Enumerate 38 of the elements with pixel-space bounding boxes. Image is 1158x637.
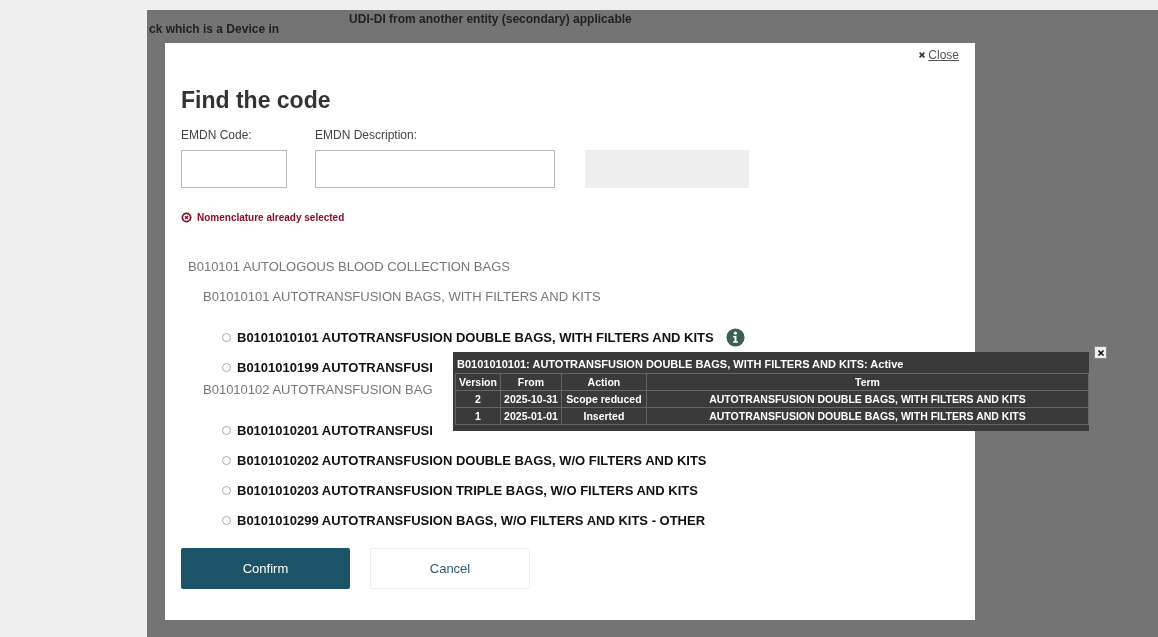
option-label[interactable]: B0101010299 AUTOTRANSFUSION BAGS, W/O FILTERS AND KITS - OTHER bbox=[237, 512, 706, 528]
cancel-button[interactable]: Cancel bbox=[370, 548, 530, 589]
dialog-title: Find the code bbox=[181, 87, 332, 114]
close-button[interactable] bbox=[1094, 346, 1107, 359]
background-text: ck which is a Device in bbox=[149, 21, 280, 38]
table-cell: 2025-01-01 bbox=[500, 407, 562, 425]
table-cell: AUTOTRANSFUSION DOUBLE BAGS, WITH FILTERS AND KITS bbox=[646, 407, 1089, 425]
table-cell: 2025-10-31 bbox=[500, 390, 562, 408]
table-cell: 1 bbox=[455, 407, 501, 425]
category-label: B01010101 AUTOTRANSFUSION BAGS, WITH FILTERS AND KITS bbox=[203, 289, 601, 304]
column-header: Version bbox=[455, 373, 501, 391]
table-cell: 2 bbox=[455, 390, 501, 408]
column-header: Action bbox=[561, 373, 647, 391]
input-field[interactable] bbox=[315, 150, 555, 188]
error-icon bbox=[181, 212, 192, 223]
confirm-button[interactable]: Confirm bbox=[181, 548, 350, 589]
error-message: Nomenclature already selected bbox=[197, 212, 345, 223]
option-label[interactable]: B0101010203 AUTOTRANSFUSION TRIPLE BAGS, W/O FILTERS AND KITS bbox=[237, 482, 698, 498]
option-label[interactable]: B0101010101 AUTOTRANSFUSION DOUBLE BAGS, WITH FILTERS AND KITS bbox=[237, 329, 714, 345]
column-header: From bbox=[500, 373, 562, 391]
table-cell: AUTOTRANSFUSION DOUBLE BAGS, WITH FILTERS AND KITS bbox=[646, 390, 1089, 408]
column-header: Term bbox=[646, 373, 1089, 391]
close-icon bbox=[918, 51, 927, 59]
option-label[interactable]: B0101010201 AUTOTRANSFUSI bbox=[237, 422, 433, 438]
field-label: EMDN Description: bbox=[315, 128, 419, 142]
table-cell: Inserted bbox=[561, 407, 647, 425]
close-icon bbox=[1096, 348, 1105, 357]
background-text: UDI-DI from another entity (secondary) applicable bbox=[349, 11, 632, 28]
table-cell: Scope reduced bbox=[561, 390, 647, 408]
category-label: B010101 AUTOLOGOUS BLOOD COLLECTION BAGS bbox=[188, 259, 510, 274]
field-label: EMDN Code: bbox=[181, 128, 253, 142]
input-field[interactable] bbox=[181, 150, 287, 188]
info-icon[interactable] bbox=[725, 327, 745, 347]
category-label: B01010102 AUTOTRANSFUSION BAG bbox=[203, 382, 433, 397]
tooltip-title: B0101010101: AUTOTRANSFUSION DOUBLE BAGS, WITH FILTERS AND KITS: Active bbox=[456, 357, 905, 372]
option-label[interactable]: B0101010199 AUTOTRANSFUSI bbox=[237, 359, 433, 375]
close-link[interactable]: Close bbox=[918, 48, 959, 62]
option-label[interactable]: B0101010202 AUTOTRANSFUSION DOUBLE BAGS, W/O FILTERS AND KITS bbox=[237, 452, 707, 468]
